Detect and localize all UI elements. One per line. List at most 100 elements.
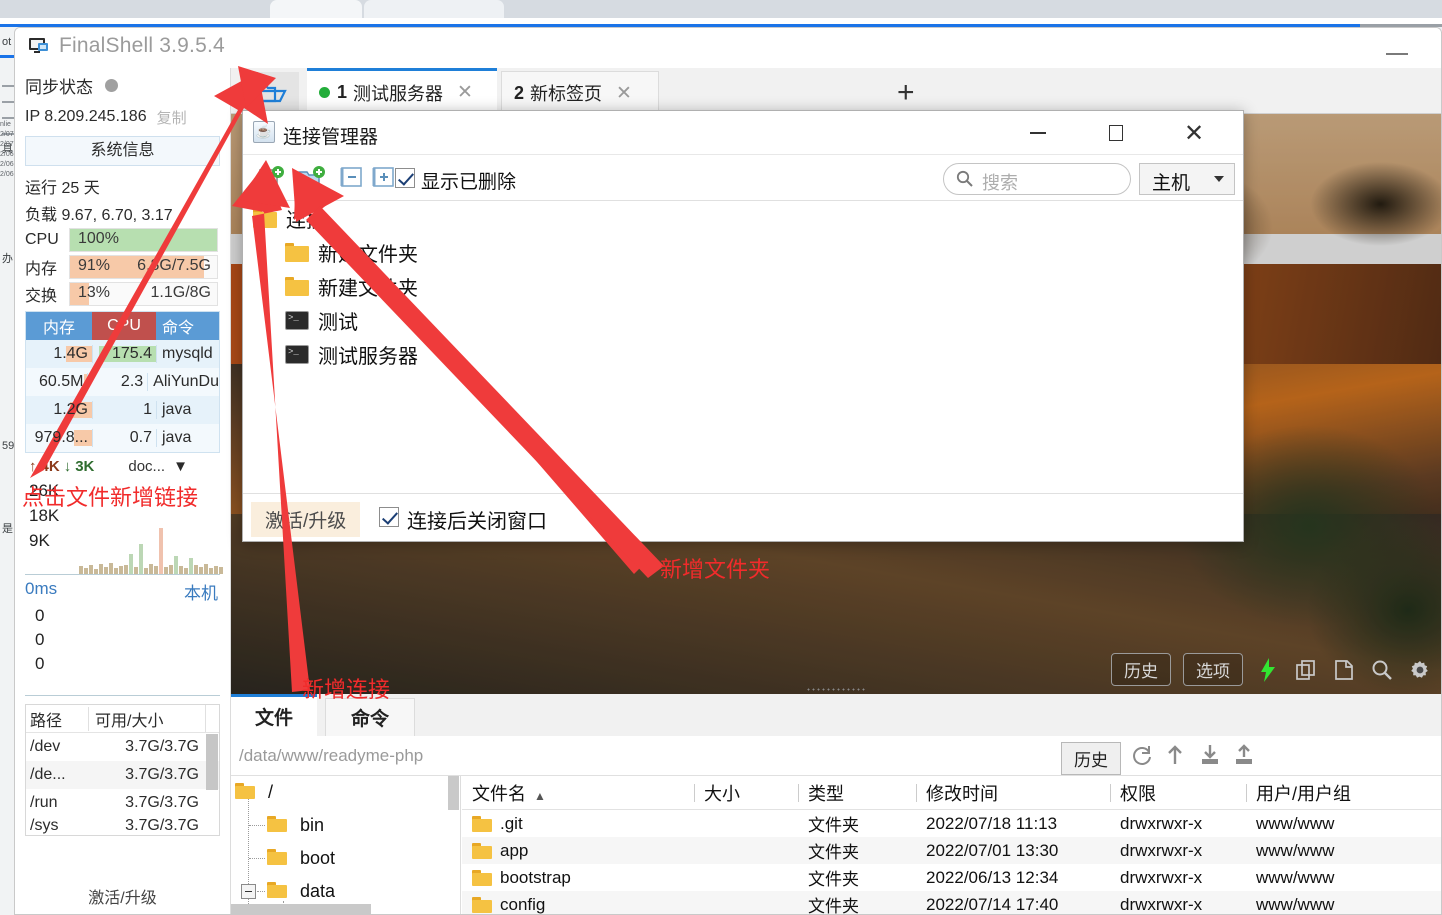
dirtree-item-root[interactable]: / [231,776,460,809]
lightning-icon[interactable] [1255,657,1281,683]
collapse-all-icon[interactable] [339,165,369,191]
copy-link[interactable]: 复制 [157,107,187,128]
table-row[interactable]: .git 文件夹 2022/07/18 11:13 drwxrwxr-x www… [462,810,1441,837]
chevron-down-icon [1214,176,1224,182]
graph-y-label: 0 [35,630,45,649]
connection-tree-folder-2[interactable]: 新建文件夹 [243,269,1243,303]
connection-tree-folder-1[interactable]: 新建文件夹 [243,235,1243,269]
upload-icon[interactable] [1233,744,1257,768]
disk-size: 3.7G/3.7G [125,794,199,811]
dialog-close-button[interactable]: ✕ [1161,111,1227,155]
add-tab-button[interactable]: + [897,76,915,110]
tab-commands[interactable]: 命令 [325,698,415,736]
history-button[interactable]: 历史 [1111,653,1171,686]
disk-scrollbar[interactable] [206,734,218,790]
column-header-size[interactable]: 大小 [694,780,798,806]
terminal-resize-grip[interactable] [806,687,866,692]
file-type: 文件夹 [808,897,859,914]
disk-path: /de... [30,766,66,783]
connection-tree[interactable]: 连接 新建文件夹 新建文件夹 测试 测试服务器 [243,201,1243,493]
sidebar-activate-button[interactable]: 激活/升级 [15,884,230,908]
chevron-down-icon[interactable]: ▼ [173,458,188,475]
column-header-cpu[interactable]: CPU [92,312,156,340]
disk-row[interactable]: /run 3.7G/3.7G [26,789,219,817]
process-row[interactable]: 1.2G 1 java [26,396,219,424]
meter-percent: 100% [78,229,119,247]
column-header-path[interactable]: 路径 [26,707,88,731]
meter-value: 6.8G/7.5G [137,256,211,274]
column-header-owner[interactable]: 用户/用户组 [1246,780,1436,806]
connection-tree-root[interactable]: 连接 [243,201,1243,235]
search-placeholder: 搜索 [982,173,1018,193]
file-permissions: drwxrwxr-x [1120,894,1203,914]
collapse-toggle-icon[interactable] [241,884,256,899]
copy-icon[interactable] [1293,657,1319,683]
disk-row[interactable]: /sys 3.7G/3.7G [26,817,219,835]
minimize-button[interactable] [1375,28,1421,68]
tab-new-2[interactable]: 2 新标签页 ✕ [501,71,659,114]
close-after-connect-checkbox[interactable] [379,507,399,527]
column-header-cmd[interactable]: 命令 [156,312,219,340]
process-row[interactable]: 1.4G 175.4 mysqld [26,340,219,368]
show-deleted-checkbox[interactable] [395,168,415,188]
close-after-connect-label: 连接后关闭窗口 [407,511,547,533]
file-mtime: 2022/06/13 12:34 [926,867,1059,887]
directory-tree[interactable]: / bin boot data [231,776,461,914]
dirtree-hscrollbar[interactable] [231,904,371,914]
column-header-mem[interactable]: 内存 [26,312,92,340]
connection-tree-label: 新建文件夹 [318,243,418,266]
new-folder-icon[interactable] [297,165,327,191]
table-row[interactable]: bootstrap 文件夹 2022/06/13 12:34 drwxrwxr-… [462,864,1441,891]
dialog-minimize-button[interactable] [1005,111,1071,155]
column-header-permissions[interactable]: 权限 [1110,780,1246,806]
options-button[interactable]: 选项 [1183,653,1243,686]
dirtree-item-boot[interactable]: boot [231,842,460,875]
load-label: 负载 9.67, 6.70, 3.17 [25,206,173,224]
dialog-maximize-button[interactable] [1083,111,1149,155]
close-icon[interactable]: ✕ [457,81,473,104]
network-graph: 26K 18K 9K [25,479,223,575]
dirtree-scrollbar[interactable] [448,776,459,810]
process-row[interactable]: 979.8... 0.7 java [26,424,219,452]
column-header-filename[interactable]: 文件名 ▲ [462,780,694,806]
process-mem: 1.2G [53,401,88,418]
filter-dropdown[interactable]: 主机 [1139,163,1235,195]
column-header-mtime[interactable]: 修改时间 [916,780,1110,806]
file-name: .git [500,813,523,833]
gear-icon[interactable] [1407,657,1433,683]
search-icon[interactable] [1369,657,1395,683]
meter-value: 1.1G/8G [150,283,211,301]
download-icon[interactable] [1199,744,1223,768]
server-icon [285,344,309,364]
file-name: app [500,840,529,860]
tab-files[interactable]: 文件 [231,694,317,736]
refresh-icon[interactable] [1131,744,1155,768]
column-header-size[interactable]: 可用/大小 [88,706,205,731]
close-icon[interactable]: ✕ [616,82,632,105]
disk-row[interactable]: /de... 3.7G/3.7G [26,761,219,789]
path-input[interactable]: /data/www/readyme-php [239,746,423,766]
new-connection-icon[interactable] [257,165,287,191]
paste-icon[interactable] [1331,657,1357,683]
meter-bar: 91% 6.8G/7.5G [69,254,218,279]
table-row[interactable]: config 文件夹 2022/07/14 17:40 drwxrwxr-x w… [462,891,1441,914]
network-interface[interactable]: doc... [128,458,165,475]
process-row[interactable]: 60.5M 2.3 AliYunDu [26,368,219,396]
system-info-button[interactable]: 系统信息 [25,136,220,166]
tab-server-1[interactable]: 1 测试服务器 ✕ [307,68,497,114]
path-history-button[interactable]: 历史 [1061,742,1121,775]
search-input[interactable]: 搜索 [943,163,1131,195]
process-table: 内存 CPU 命令 1.4G 175.4 mysqld 60.5M 2.3 Al… [25,311,220,453]
dialog-activate-button[interactable]: 激活/升级 [251,502,361,537]
disk-row[interactable]: /dev 3.7G/3.7G [26,733,219,761]
file-type: 文件夹 [808,816,859,835]
disk-path: /run [30,794,58,811]
table-row[interactable]: app 文件夹 2022/07/01 13:30 drwxrwxr-x www/… [462,837,1441,864]
column-header-type[interactable]: 类型 [798,780,916,806]
up-icon[interactable] [1165,744,1189,768]
connection-tree-server-2[interactable]: 测试服务器 [243,337,1243,371]
connection-tree-server-1[interactable]: 测试 [243,303,1243,337]
dirtree-item-bin[interactable]: bin [231,809,460,842]
folder-open-icon[interactable] [241,72,299,114]
file-type: 文件夹 [808,843,859,862]
